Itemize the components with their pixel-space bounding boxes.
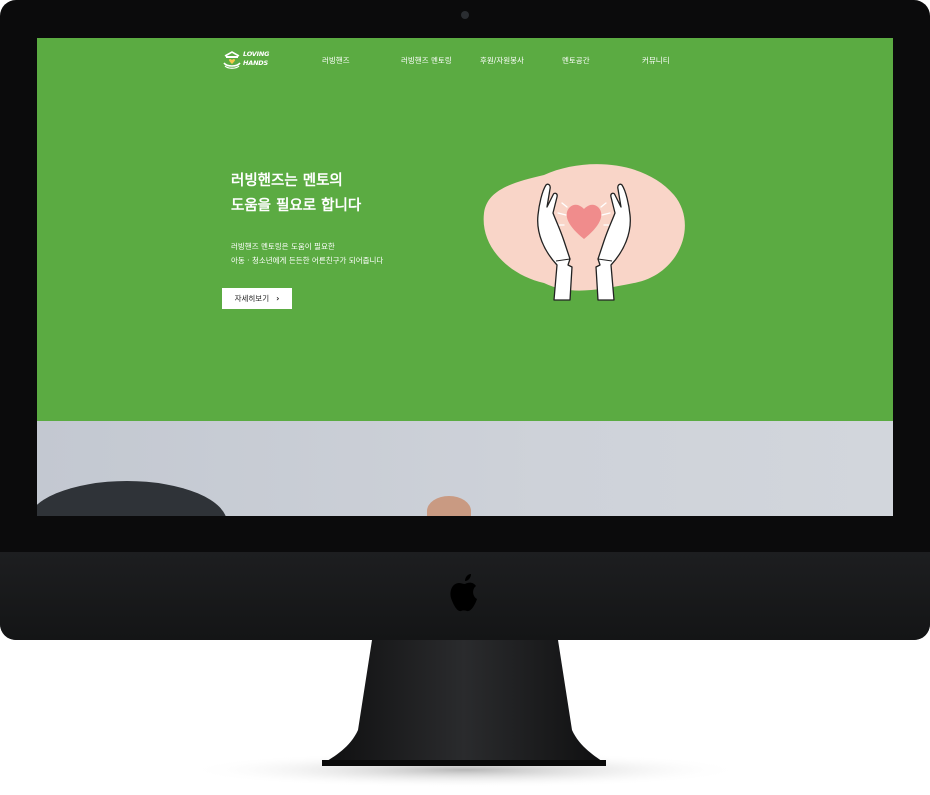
apple-logo-icon	[450, 574, 477, 612]
photo-hand	[427, 496, 471, 516]
learn-more-label: 자세히보기	[234, 294, 270, 303]
webcam	[461, 11, 469, 19]
photo-section	[37, 421, 893, 516]
hero-title: 러빙핸즈는 멘토의 도움을 필요로 합니다	[231, 169, 361, 219]
hero-description-line-1: 러빙핸즈 멘토링은 도움이 필요한	[231, 242, 335, 251]
chevron-right-icon: ›	[276, 294, 280, 303]
nav-item-loving-hands[interactable]: 러빙핸즈	[322, 55, 350, 66]
photo-dark-sleeve	[37, 481, 227, 516]
monitor-frame: LOVING HANDS 러빙핸즈 러빙핸즈 멘토링 후원/자원봉사 멘토공간 …	[0, 0, 930, 640]
hands-heart-illustration	[483, 164, 685, 301]
logo-line-2: HANDS	[243, 59, 268, 67]
nav-item-community[interactable]: 커뮤니티	[642, 55, 670, 66]
hero-title-line-1: 러빙핸즈는 멘토의	[231, 173, 343, 189]
website-screen: LOVING HANDS 러빙핸즈 러빙핸즈 멘토링 후원/자원봉사 멘토공간 …	[37, 38, 893, 516]
hero-description-line-2: 아동 · 청소년에게 든든한 어른친구가 되어줍니다	[231, 256, 384, 265]
logo-wordmark: LOVING HANDS	[243, 50, 287, 68]
learn-more-button[interactable]: 자세히보기 ›	[222, 288, 292, 309]
logo-line-1: LOVING	[243, 50, 270, 58]
hero-description: 러빙핸즈 멘토링은 도움이 필요한 아동 · 청소년에게 든든한 어른친구가 되…	[231, 240, 383, 268]
loving-hands-logo[interactable]: LOVING HANDS	[223, 50, 283, 70]
top-navigation: LOVING HANDS 러빙핸즈 러빙핸즈 멘토링 후원/자원봉사 멘토공간 …	[37, 38, 893, 82]
nav-item-mentoring[interactable]: 러빙핸즈 멘토링	[401, 55, 452, 66]
hero-title-line-2: 도움을 필요로 합니다	[231, 198, 362, 214]
nav-item-support-volunteer[interactable]: 후원/자원봉사	[480, 55, 524, 66]
nav-item-mentor-space[interactable]: 멘토공간	[562, 55, 590, 66]
hands-heart-logo-icon	[223, 51, 241, 69]
